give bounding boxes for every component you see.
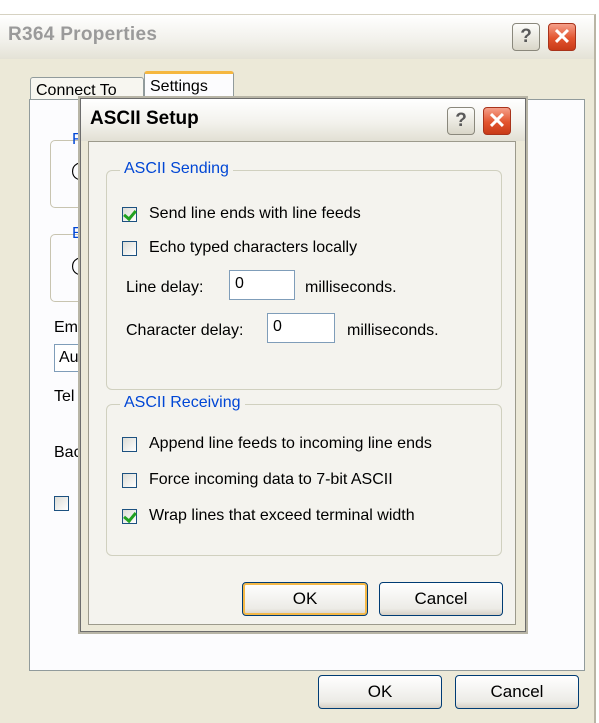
dialog-title-bar[interactable]: ASCII Setup ? ✕ [81,99,525,141]
wrap-lines-checkbox[interactable] [122,508,137,524]
send-line-feeds-option[interactable]: Send line ends with line feeds [122,202,361,226]
wrap-lines-label: Wrap lines that exceed terminal width [149,507,415,524]
emulation-value: Au [59,349,79,366]
send-line-feeds-checkbox[interactable] [122,206,137,222]
wrap-lines-option[interactable]: Wrap lines that exceed terminal width [122,504,415,528]
force-7bit-label: Force incoming data to 7-bit ASCII [149,471,393,488]
tab-settings-label: Settings [150,78,208,95]
backscroll-label: Bac [54,444,82,461]
help-icon[interactable]: ? [512,23,540,51]
properties-title-bar[interactable]: R364 Properties ? ✕ [0,15,594,59]
send-line-feeds-label: Send line ends with line feeds [149,205,361,222]
outer-cancel-button[interactable]: Cancel [455,675,579,709]
telnet-label: Tel [54,388,75,405]
append-line-feeds-option[interactable]: Append line feeds to incoming line ends [122,432,432,456]
character-delay-label: Character delay: [126,322,244,339]
append-line-feeds-checkbox[interactable] [122,436,137,452]
emulation-label: Em [54,319,78,336]
dialog-help-icon[interactable]: ? [447,107,475,135]
ascii-receiving-legend: ASCII Receiving [120,394,245,412]
force-7bit-checkbox[interactable] [122,472,137,488]
append-line-feeds-label: Append line feeds to incoming line ends [149,435,432,452]
close-icon[interactable]: ✕ [548,23,576,51]
echo-locally-label: Echo typed characters locally [149,239,358,256]
dialog-ok-button[interactable]: OK [242,582,368,616]
ascii-setup-dialog: ASCII Setup ? ✕ ASCII Sending Send line … [80,98,526,632]
outer-checkbox[interactable] [54,496,69,511]
line-delay-unit: milliseconds. [305,279,397,296]
echo-locally-checkbox[interactable] [122,240,137,256]
ascii-sending-legend: ASCII Sending [120,160,233,178]
character-delay-unit: milliseconds. [347,322,439,339]
tab-connect-to-label: Connect To [36,82,117,99]
outer-ok-button[interactable]: OK [318,675,442,709]
character-delay-input[interactable]: 0 [267,313,335,343]
force-7bit-option[interactable]: Force incoming data to 7-bit ASCII [122,468,393,492]
dialog-close-icon[interactable]: ✕ [483,107,511,135]
dialog-title: ASCII Setup [90,108,199,129]
line-delay-label: Line delay: [126,279,204,296]
line-delay-input[interactable]: 0 [229,270,295,300]
echo-locally-option[interactable]: Echo typed characters locally [122,236,357,260]
dialog-cancel-button[interactable]: Cancel [379,582,503,616]
window-title: R364 Properties [8,24,158,45]
dialog-body: ASCII Sending Send line ends with line f… [88,141,516,625]
